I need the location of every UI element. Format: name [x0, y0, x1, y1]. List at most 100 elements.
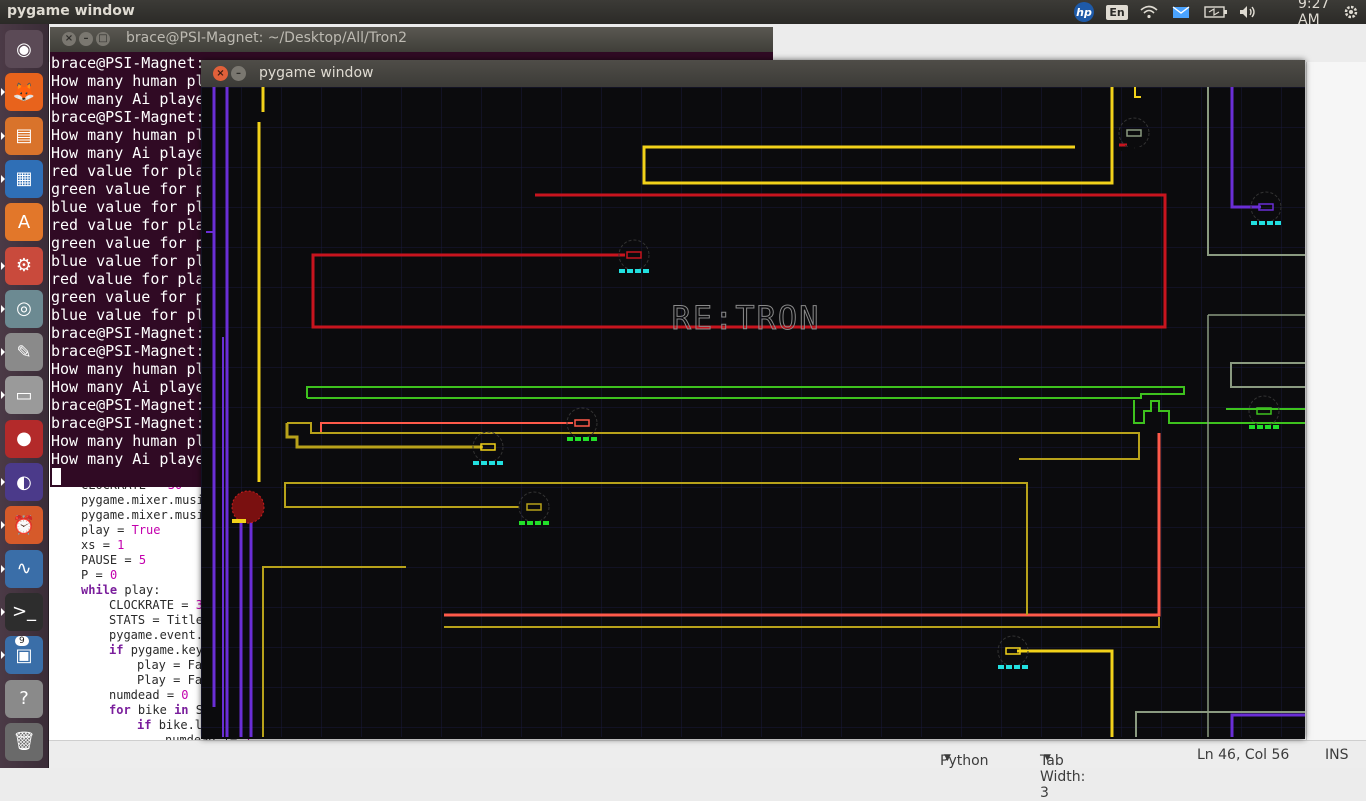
code-line: pygame.mixer.musi: [81, 493, 204, 507]
volume-icon[interactable]: [1237, 2, 1259, 22]
settings-icon[interactable]: ⚙: [5, 246, 43, 285]
alarm-clock-icon[interactable]: ⏰: [5, 506, 43, 545]
terminal-line: red value for pla: [51, 270, 205, 288]
running-indicator: [1, 391, 5, 400]
code-line: play = True: [81, 523, 161, 537]
pygame-title: pygame window: [259, 65, 374, 81]
terminal-cursor: [52, 468, 61, 485]
player-bike-icon: [231, 490, 265, 524]
terminal-line: blue value for pl: [51, 306, 205, 324]
terminal-line: How many human pl: [51, 126, 205, 144]
chevron-down-icon: ▼: [1044, 753, 1051, 763]
running-indicator: [1, 607, 5, 616]
app-red-icon[interactable]: ●: [5, 419, 43, 458]
terminal-line: How many human pl: [51, 72, 205, 90]
text-editor-icon[interactable]: ✎: [5, 333, 43, 372]
code-line: if bike.l: [137, 718, 203, 732]
running-indicator: [1, 651, 5, 660]
running-indicator: [1, 88, 5, 97]
code-line: pygame.event.: [109, 628, 203, 642]
terminal-line: brace@PSI-Magnet:: [51, 414, 205, 432]
code-line: xs = 1: [81, 538, 125, 552]
help-icon[interactable]: ?: [5, 679, 43, 718]
running-indicator: [1, 348, 5, 357]
terminal-title: brace@PSI-Magnet: ~/Desktop/All/Tron2: [126, 30, 407, 46]
image-viewer-icon[interactable]: ◎: [5, 289, 43, 328]
running-indicator: [1, 131, 5, 140]
pygame-titlebar[interactable]: × – pygame window: [201, 60, 1305, 87]
code-line: CLOCKRATE = 3: [109, 598, 203, 612]
keyboard-lang-label: En: [1106, 4, 1128, 20]
terminal-line: brace@PSI-Magnet:: [51, 54, 205, 72]
terminal-line: How many human pl: [51, 432, 205, 450]
terminal-line: blue value for pl: [51, 198, 205, 216]
code-line: PAUSE = 5: [81, 553, 147, 567]
dash-icon[interactable]: ◉: [5, 30, 43, 68]
system-monitor-icon[interactable]: ∿: [5, 549, 43, 588]
top-panel: pygame window hp En 9:27 AM: [0, 0, 1366, 28]
running-indicator: [1, 564, 5, 573]
session-gear-icon[interactable]: [1340, 2, 1362, 22]
pygame-window[interactable]: × – pygame window RE:TRON: [201, 60, 1305, 739]
active-window-title: pygame window: [7, 3, 135, 19]
eclipse-icon[interactable]: ◐: [5, 463, 43, 501]
keyboard-lang-icon[interactable]: En: [1105, 2, 1129, 22]
maximize-icon[interactable]: □: [96, 32, 110, 46]
code-line: Play = Fa: [137, 673, 203, 687]
terminal-line: How many Ai playe: [51, 450, 205, 468]
terminal-icon[interactable]: >_: [5, 592, 43, 631]
editor-statusbar: Python ▼ Tab Width: 3 ▼ Ln 46, Col 56 INS: [49, 740, 1366, 801]
code-line: if pygame.key: [109, 643, 203, 657]
running-indicator: [1, 304, 5, 313]
running-indicator: [1, 261, 5, 270]
cursor-position: Ln 46, Col 56: [1197, 747, 1290, 763]
minimize-icon[interactable]: –: [79, 32, 93, 46]
retron-logo: RE:TRON: [672, 299, 821, 337]
code-line: pygame.mixer.musi: [81, 508, 204, 522]
firefox-icon[interactable]: 🦊: [5, 73, 43, 112]
editor-side-panel: [1306, 62, 1366, 740]
launcher: ◉ 🦊 ▤ ▦ A ⚙ ◎ ✎ ▭ ● ◐ ⏰ ∿ >_ ▣ 9? 🗑: [0, 24, 49, 768]
code-line: for bike in S: [109, 703, 203, 717]
mail-icon[interactable]: [1170, 2, 1192, 22]
running-indicator: [1, 478, 5, 486]
terminal-line: How many Ai playe: [51, 378, 205, 396]
trash-icon[interactable]: 🗑: [5, 722, 43, 761]
code-view[interactable]: CLOCKRATE = 30pygame.mixer.musipygame.mi…: [81, 478, 252, 748]
writer-icon[interactable]: ▦: [5, 159, 43, 198]
terminal-titlebar[interactable]: × – □ brace@PSI-Magnet: ~/Desktop/All/Tr…: [50, 27, 773, 52]
running-indicator: [1, 174, 5, 183]
code-line: play = Fa: [137, 658, 203, 672]
player-health-bar: [232, 519, 246, 523]
clock[interactable]: 9:27 AM: [1298, 0, 1338, 28]
terminal-line: How many Ai playe: [51, 144, 205, 162]
terminal-line: How many Ai playe: [51, 90, 205, 108]
code-line: STATS = Title: [109, 613, 203, 627]
disk-icon[interactable]: ▭: [5, 376, 43, 415]
hp-icon[interactable]: hp: [1072, 2, 1096, 22]
game-arena[interactable]: RE:TRON: [201, 87, 1305, 737]
terminal-line: green value for p: [51, 180, 205, 198]
software-center-icon[interactable]: A: [5, 203, 43, 242]
terminal-line: How many human pl: [51, 360, 205, 378]
terminal-line: brace@PSI-Magnet:: [51, 396, 205, 414]
terminal-output[interactable]: brace@PSI-Magnet: How many human pl How ma…: [51, 54, 205, 468]
insert-mode: INS: [1325, 747, 1349, 763]
terminal-line: blue value for pl: [51, 252, 205, 270]
close-icon[interactable]: ×: [62, 32, 76, 46]
terminal-line: red value for pla: [51, 162, 205, 180]
minimize-icon[interactable]: –: [231, 66, 246, 81]
terminal-line: red value for pla: [51, 216, 205, 234]
terminal-line: brace@PSI-Magnet:: [51, 324, 205, 342]
terminal-line: brace@PSI-Magnet:: [51, 342, 205, 360]
workspace-icon[interactable]: ▣ 9: [5, 636, 43, 675]
code-line: numdead = 0: [109, 688, 189, 702]
code-line: while play:: [81, 583, 161, 597]
workspace-badge: 9: [15, 636, 29, 647]
code-line: P = 0: [81, 568, 118, 582]
files-icon[interactable]: ▤: [5, 116, 43, 155]
terminal-line: brace@PSI-Magnet:: [51, 108, 205, 126]
wifi-icon[interactable]: [1138, 2, 1160, 22]
close-icon[interactable]: ×: [213, 66, 228, 81]
battery-icon[interactable]: [1203, 2, 1229, 22]
